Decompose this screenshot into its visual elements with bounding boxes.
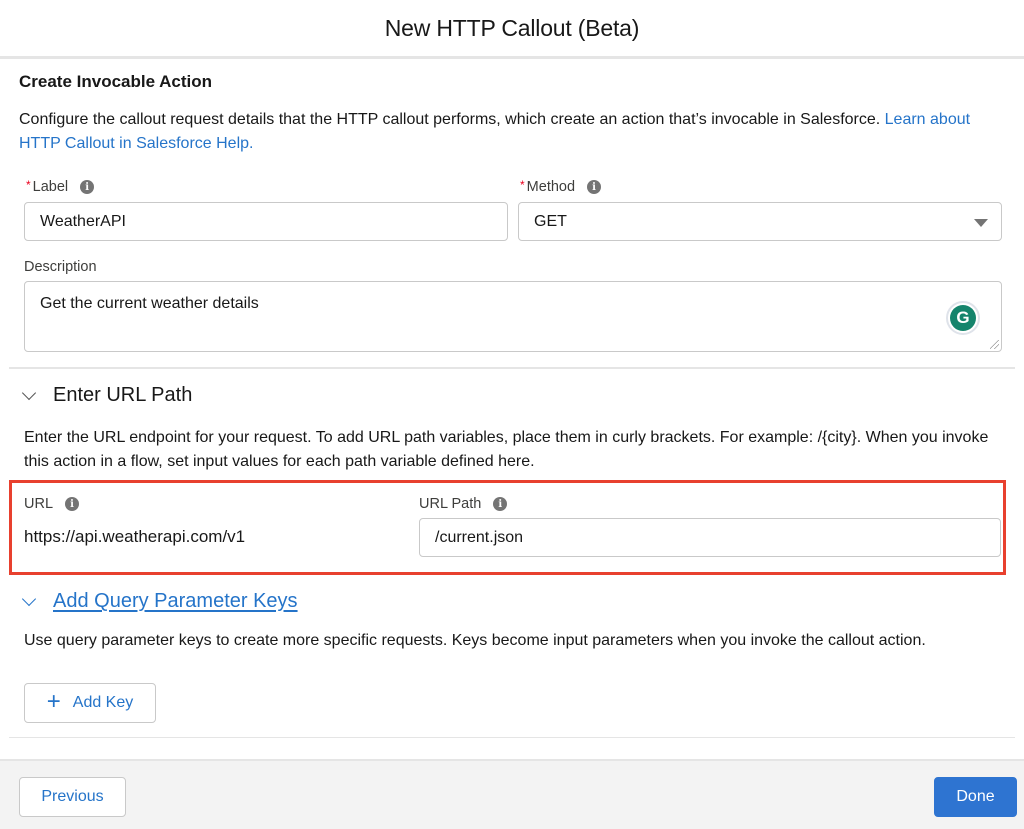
add-key-button[interactable]: + Add Key — [24, 683, 156, 723]
info-icon[interactable]: i — [80, 180, 95, 194]
url-label-text: URL — [24, 496, 54, 512]
previous-label: Previous — [41, 788, 104, 805]
resize-handle[interactable] — [990, 340, 999, 349]
description-value: Get the current weather details — [40, 295, 259, 312]
chevron-down-icon — [21, 591, 37, 606]
description-label: Description — [24, 259, 97, 275]
modal-header: New HTTP Callout (Beta) — [0, 0, 1024, 59]
intro-text: Configure the callout request details th… — [19, 108, 1009, 156]
chevron-down-icon — [21, 385, 37, 400]
done-button[interactable]: Done — [934, 777, 1017, 817]
query-section-title[interactable]: Add Query Parameter Keys — [53, 590, 298, 613]
url-path-input[interactable]: /current.json — [419, 518, 1001, 557]
method-select-value: GET — [534, 212, 567, 230]
plus-icon: + — [46, 688, 61, 715]
method-field-label-text: Method — [526, 179, 576, 195]
required-marker: * — [26, 178, 31, 192]
label-field-label-text: Label — [32, 179, 69, 195]
description-textarea[interactable]: Get the current weather details G — [24, 281, 1002, 352]
url-path-value: /current.json — [435, 528, 524, 546]
url-section-title: Enter URL Path — [53, 384, 193, 406]
method-select[interactable]: GET — [518, 202, 1002, 241]
add-key-label: Add Key — [72, 694, 134, 711]
url-value: https://api.weatherapi.com/v1 — [24, 527, 246, 546]
query-section-toggle[interactable]: Add Query Parameter Keys — [21, 590, 298, 613]
description-label-text: Description — [24, 259, 97, 275]
url-path-label: URL Path i — [419, 496, 508, 512]
info-icon[interactable]: i — [65, 497, 80, 511]
previous-button[interactable]: Previous — [19, 777, 126, 817]
method-field-label: * Method i — [520, 178, 602, 195]
info-icon[interactable]: i — [493, 497, 508, 511]
intro-description: Configure the callout request details th… — [19, 111, 885, 128]
required-marker: * — [520, 178, 525, 192]
label-field-label: * Label i — [26, 178, 95, 195]
chevron-down-icon — [974, 219, 988, 227]
url-label: URL i — [24, 496, 80, 512]
divider — [9, 737, 1015, 738]
grammarly-icon: G — [950, 305, 976, 331]
url-help-text: Enter the URL endpoint for your request.… — [24, 429, 989, 470]
query-help-text: Use query parameter keys to create more … — [24, 632, 926, 649]
info-icon[interactable]: i — [587, 180, 602, 194]
done-label: Done — [956, 788, 995, 805]
modal-title: New HTTP Callout (Beta) — [384, 14, 640, 41]
label-input-value: WeatherAPI — [40, 212, 126, 230]
section-title: Create Invocable Action — [19, 72, 213, 91]
modal-body: Create Invocable Action Configure the ca… — [0, 62, 1024, 759]
divider — [9, 367, 1015, 369]
grammarly-button[interactable]: G — [946, 301, 980, 335]
url-path-label-text: URL Path — [419, 496, 482, 512]
modal-footer: Previous Done — [0, 759, 1024, 829]
label-input[interactable]: WeatherAPI — [24, 202, 508, 241]
url-section-toggle[interactable]: Enter URL Path — [21, 384, 193, 407]
